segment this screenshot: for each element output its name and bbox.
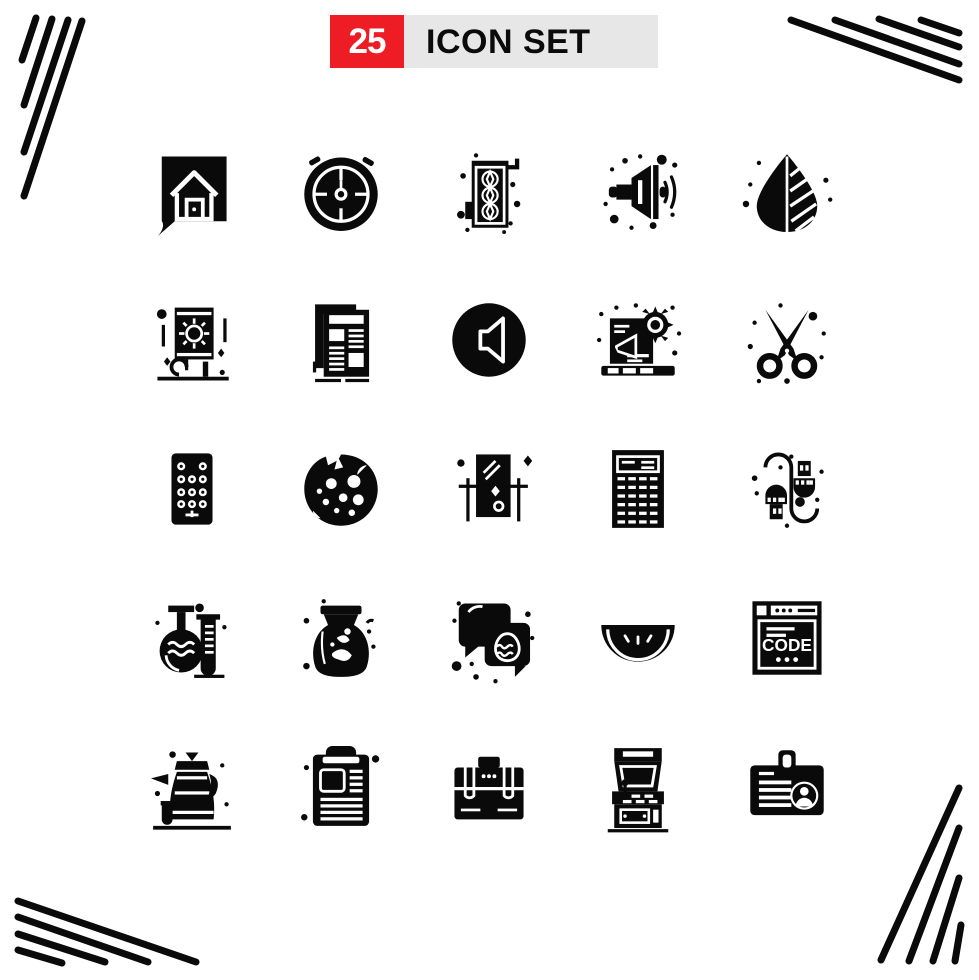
code-browser-text: CODE <box>762 634 812 654</box>
icon-cell-jar-vase[interactable] <box>267 563 416 712</box>
icon-cell-scissors[interactable] <box>712 265 861 414</box>
icon-cell-arcade-machine[interactable] <box>564 712 713 861</box>
page-title: ICON SET <box>426 22 591 61</box>
icon-cell-home-chat[interactable] <box>118 116 267 265</box>
icon-cell-solar-panel[interactable] <box>118 265 267 414</box>
icon-grid: CODE <box>118 116 861 861</box>
icon-cell-easter-egg-chat[interactable] <box>415 563 564 712</box>
icon-cell-megaphone-sound[interactable] <box>564 116 713 265</box>
icon-cell-mirror-glass[interactable] <box>415 414 564 563</box>
icon-cell-speaker-circle[interactable] <box>415 265 564 414</box>
header: 25 ICON SET <box>330 15 658 68</box>
icon-cell-newspaper[interactable] <box>267 265 416 414</box>
icon-cell-laptop-marketing[interactable] <box>564 265 713 414</box>
icon-cell-remote-keypad[interactable] <box>118 414 267 563</box>
icon-cell-briefcase[interactable] <box>415 712 564 861</box>
corner-decoration-bottom-right <box>859 780 979 980</box>
icon-cell-coffee-pot[interactable] <box>118 712 267 861</box>
icon-cell-watermelon[interactable] <box>564 563 713 712</box>
icon-cell-calculator[interactable] <box>564 414 713 563</box>
icon-count-badge: 25 <box>330 15 404 68</box>
corner-decoration-bottom-left <box>0 860 220 980</box>
icon-cell-cookie[interactable] <box>267 414 416 563</box>
header-title-bar: ICON SET <box>404 15 658 68</box>
icon-cell-id-badge[interactable] <box>712 712 861 861</box>
corner-decoration-top-right <box>769 0 979 120</box>
icon-cell-stopwatch[interactable] <box>267 116 416 265</box>
icon-cell-lab-flask[interactable] <box>118 563 267 712</box>
icon-cell-graphics-card[interactable] <box>415 116 564 265</box>
icon-cell-clipboard[interactable] <box>267 712 416 861</box>
icon-cell-code-browser[interactable]: CODE <box>712 563 861 712</box>
icon-set-page: 25 ICON SET CODE <box>0 0 979 980</box>
icon-cell-usb-cable[interactable] <box>712 414 861 563</box>
icon-cell-leaf-drop[interactable] <box>712 116 861 265</box>
